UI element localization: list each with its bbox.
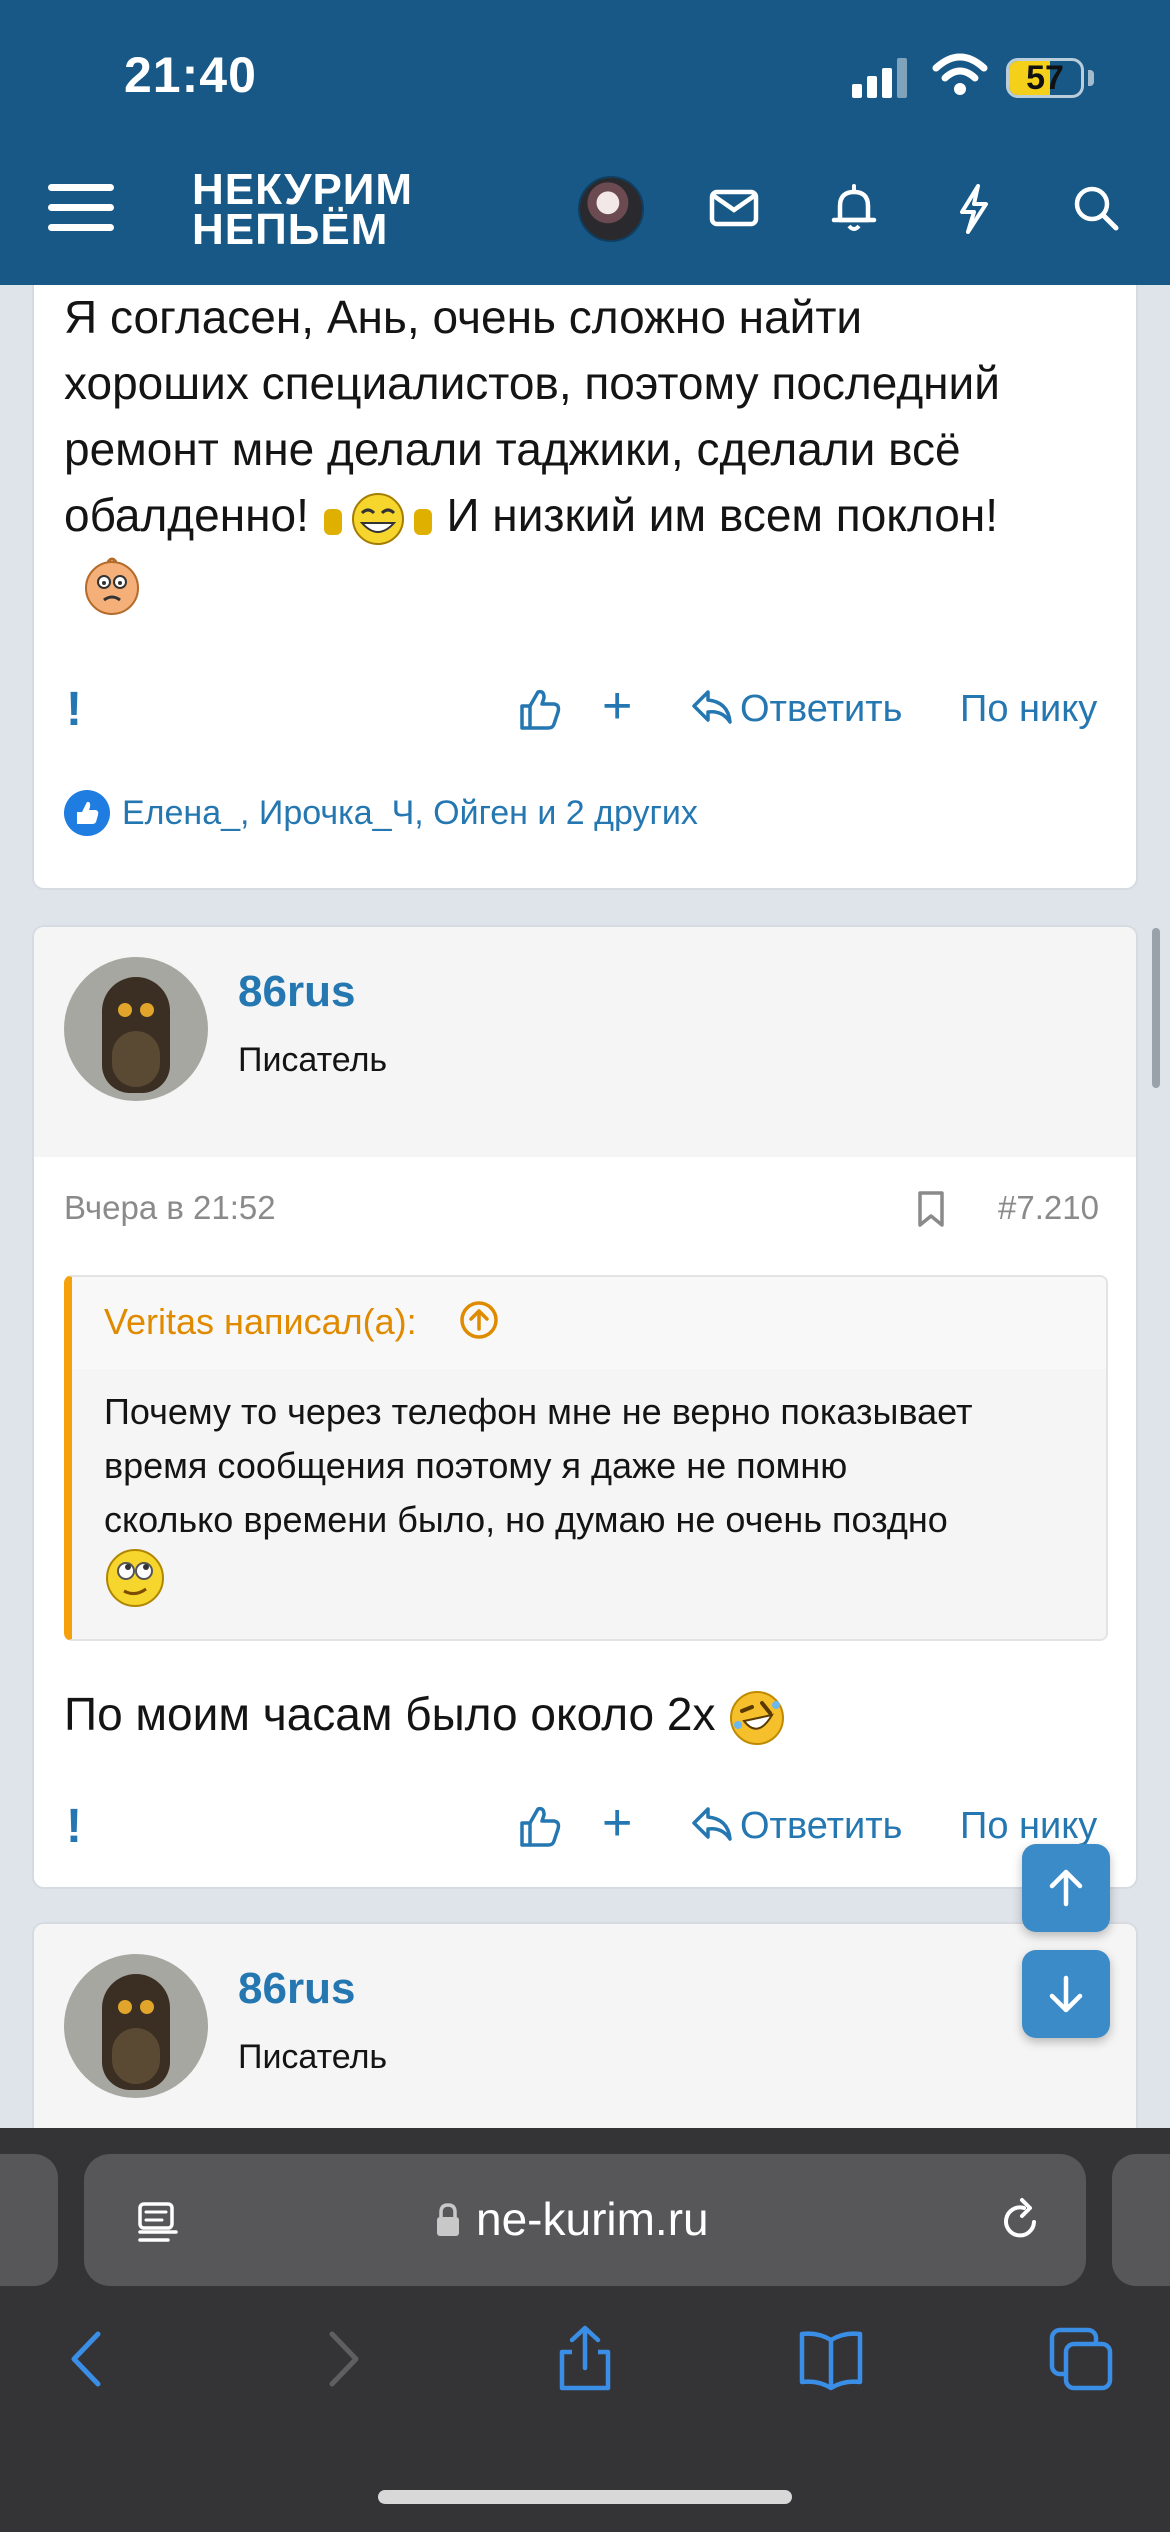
url-text[interactable]: ne-kurim.ru xyxy=(476,2192,709,2246)
rolling-eyes-smiley-icon xyxy=(104,1547,166,1609)
site-logo[interactable]: НЕКУРИМ НЕПЬЁМ xyxy=(192,165,414,254)
previous-tab-peek[interactable] xyxy=(0,2154,58,2286)
bolt-icon[interactable] xyxy=(944,178,1004,238)
like-icon[interactable] xyxy=(516,1803,562,1849)
arrow-down-icon xyxy=(1049,1975,1083,2013)
envelope-icon[interactable] xyxy=(704,178,764,238)
post-body-line: хороших специалистов, поэтому последний xyxy=(64,357,1000,409)
lock-icon xyxy=(437,2203,459,2236)
search-icon[interactable] xyxy=(1066,178,1126,238)
page-scrollbar[interactable] xyxy=(1152,928,1160,1088)
logo-line-1: НЕКУРИМ xyxy=(192,165,414,214)
report-button[interactable]: ! xyxy=(66,1799,82,1854)
thumbs-up-laughing-smiley-icon xyxy=(322,491,434,547)
scroll-down-button[interactable] xyxy=(1022,1950,1110,2038)
mention-by-nick-button[interactable]: По нику xyxy=(960,688,1097,731)
quote-author[interactable]: Veritas написал(а): xyxy=(104,1301,417,1343)
battery-indicator: 57 xyxy=(1006,58,1084,98)
avatar[interactable] xyxy=(578,176,644,242)
post-body-line: обалденно! И низкий им всем поклон! xyxy=(64,482,1000,548)
react-plus-button[interactable]: + xyxy=(602,1793,632,1853)
post-body-text: По моим часам было около 2х xyxy=(64,1688,716,1740)
post-user-block: 86rus Писатель xyxy=(34,1924,1136,2154)
report-button[interactable]: ! xyxy=(66,682,82,737)
reply-button[interactable]: Ответить xyxy=(740,1805,902,1848)
cellular-signal-icon xyxy=(852,58,908,98)
post-user-block: 86rus Писатель xyxy=(34,927,1136,1157)
mention-by-nick-button[interactable]: По нику xyxy=(960,1805,1097,1848)
post-body-line xyxy=(64,548,1000,622)
quote-block: Veritas написал(а): Почему то через теле… xyxy=(64,1275,1108,1641)
reply-icon[interactable] xyxy=(690,686,734,728)
post-actions: ! + Ответить По нику xyxy=(34,1794,1136,1859)
post-number[interactable]: #7.210 xyxy=(998,1189,1099,1227)
crying-face-smiley-icon xyxy=(82,552,142,618)
arrow-up-circle-icon[interactable] xyxy=(458,1299,500,1341)
reload-icon[interactable] xyxy=(994,2194,1046,2246)
post-2: 86rus Писатель Вчера в 21:52 #7.210 Veri… xyxy=(32,925,1138,1889)
bookmark-icon[interactable] xyxy=(914,1189,948,1229)
post-actions: ! + Ответить По нику xyxy=(34,677,1136,742)
username-link[interactable]: 86rus xyxy=(238,967,355,1017)
arrow-up-icon xyxy=(1049,1869,1083,1907)
scroll-up-button[interactable] xyxy=(1022,1844,1110,1932)
user-title: Писатель xyxy=(238,1041,388,1079)
rofl-smiley-icon xyxy=(728,1689,786,1747)
address-bar[interactable]: ne-kurim.ru xyxy=(84,2154,1086,2286)
like-reaction-icon xyxy=(64,790,110,836)
post-body-line: ремонт мне делали таджики, сделали всё xyxy=(64,423,961,475)
reactions-users[interactable]: Елена_, Ирочка_Ч, Ойген и 2 других xyxy=(122,794,698,833)
top-header: 21:40 57 НЕКУРИМ НЕПЬЁМ xyxy=(0,0,1170,285)
username-link[interactable]: 86rus xyxy=(238,1964,355,2014)
bell-icon[interactable] xyxy=(824,178,884,238)
quote-text: Почему то через телефон мне не верно пок… xyxy=(104,1385,1094,1613)
logo-line-2: НЕПЬЁМ xyxy=(192,205,389,254)
post-body-text: И низкий им всем поклон! xyxy=(446,489,999,541)
quote-line xyxy=(104,1547,1094,1613)
post-body-text: обалденно! xyxy=(64,489,309,541)
page-menu-icon[interactable] xyxy=(134,2198,182,2246)
quote-line: Почему то через телефон мне не верно пок… xyxy=(104,1391,973,1432)
home-indicator[interactable] xyxy=(378,2490,792,2504)
post-1: Я согласен, Ань, очень сложно найти хоро… xyxy=(32,240,1138,890)
user-avatar[interactable] xyxy=(64,957,208,1101)
bookmarks-book-icon[interactable] xyxy=(796,2324,866,2394)
next-tab-peek[interactable] xyxy=(1112,2154,1170,2286)
post-body: По моим часам было около 2х xyxy=(64,1681,786,1747)
browser-toolbar: ne-kurim.ru xyxy=(0,2128,1170,2532)
battery-percent: 57 xyxy=(1026,59,1064,97)
status-time: 21:40 xyxy=(124,47,257,103)
reply-button[interactable]: Ответить xyxy=(740,688,902,731)
post-body-line: Я согласен, Ань, очень сложно найти xyxy=(64,291,863,343)
post-date[interactable]: Вчера в 21:52 xyxy=(64,1189,276,1227)
share-icon[interactable] xyxy=(550,2324,620,2394)
react-plus-button[interactable]: + xyxy=(602,676,632,736)
like-icon[interactable] xyxy=(516,686,562,732)
battery-tip xyxy=(1088,70,1094,86)
forward-icon xyxy=(329,2331,359,2387)
reply-icon[interactable] xyxy=(690,1803,734,1845)
wifi-icon xyxy=(932,53,988,95)
user-avatar[interactable] xyxy=(64,1954,208,2098)
quote-line: время сообщения поэтому я даже не помню xyxy=(104,1445,848,1486)
user-title: Писатель xyxy=(238,2038,388,2076)
back-icon[interactable] xyxy=(54,2324,124,2394)
menu-icon[interactable] xyxy=(48,180,114,236)
tabs-icon[interactable] xyxy=(1046,2324,1116,2394)
post-body: Я согласен, Ань, очень сложно найти хоро… xyxy=(64,284,1000,622)
quote-line: сколько времени было, но думаю не очень … xyxy=(104,1499,948,1540)
quote-header: Veritas написал(а): xyxy=(72,1277,1106,1369)
